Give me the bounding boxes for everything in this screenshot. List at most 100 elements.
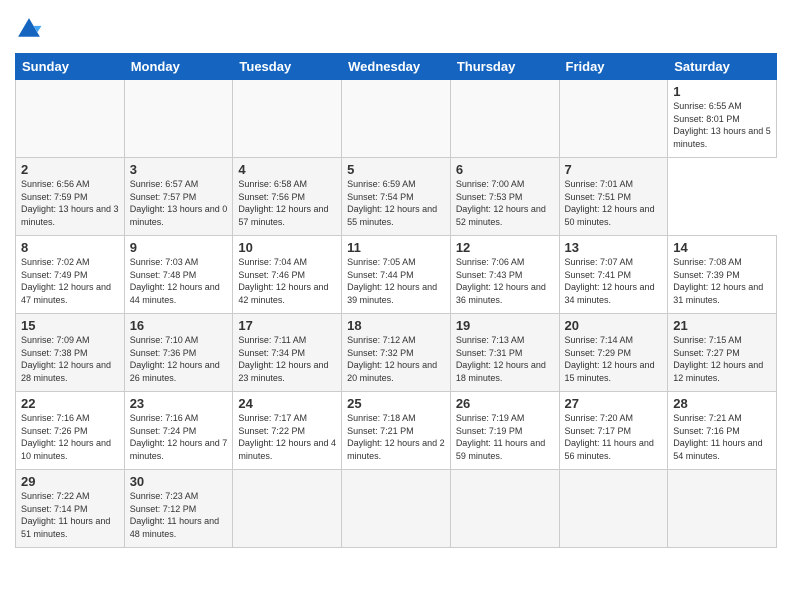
- calendar-cell: 18 Sunrise: 7:12 AM Sunset: 7:32 PM Dayl…: [342, 314, 451, 392]
- daylight: Daylight: 11 hours and 54 minutes.: [673, 438, 762, 461]
- calendar-cell: [233, 80, 342, 158]
- day-info: Sunrise: 7:07 AM Sunset: 7:41 PM Dayligh…: [565, 256, 663, 306]
- sunset: Sunset: 8:01 PM: [673, 114, 740, 124]
- calendar-cell: [124, 80, 233, 158]
- day-info: Sunrise: 7:04 AM Sunset: 7:46 PM Dayligh…: [238, 256, 336, 306]
- day-number: 9: [130, 240, 228, 255]
- sunrise: Sunrise: 6:56 AM: [21, 179, 90, 189]
- page-header: [15, 15, 777, 43]
- calendar-cell: 11 Sunrise: 7:05 AM Sunset: 7:44 PM Dayl…: [342, 236, 451, 314]
- sunset: Sunset: 7:59 PM: [21, 192, 88, 202]
- col-header-sunday: Sunday: [16, 54, 125, 80]
- sunrise: Sunrise: 6:58 AM: [238, 179, 307, 189]
- sunset: Sunset: 7:32 PM: [347, 348, 414, 358]
- calendar-cell: 21 Sunrise: 7:15 AM Sunset: 7:27 PM Dayl…: [668, 314, 777, 392]
- calendar-cell: [233, 470, 342, 548]
- day-number: 5: [347, 162, 445, 177]
- calendar-cell: 12 Sunrise: 7:06 AM Sunset: 7:43 PM Dayl…: [450, 236, 559, 314]
- day-info: Sunrise: 6:56 AM Sunset: 7:59 PM Dayligh…: [21, 178, 119, 228]
- daylight: Daylight: 12 hours and 57 minutes.: [238, 204, 328, 227]
- sunset: Sunset: 7:41 PM: [565, 270, 632, 280]
- daylight: Daylight: 12 hours and 12 minutes.: [673, 360, 763, 383]
- daylight: Daylight: 12 hours and 52 minutes.: [456, 204, 546, 227]
- calendar-cell: 17 Sunrise: 7:11 AM Sunset: 7:34 PM Dayl…: [233, 314, 342, 392]
- calendar-cell: 1 Sunrise: 6:55 AM Sunset: 8:01 PM Dayli…: [668, 80, 777, 158]
- day-info: Sunrise: 6:55 AM Sunset: 8:01 PM Dayligh…: [673, 100, 771, 150]
- calendar-cell: 30 Sunrise: 7:23 AM Sunset: 7:12 PM Dayl…: [124, 470, 233, 548]
- daylight: Daylight: 13 hours and 3 minutes.: [21, 204, 119, 227]
- sunset: Sunset: 7:57 PM: [130, 192, 197, 202]
- sunrise: Sunrise: 7:21 AM: [673, 413, 742, 423]
- day-number: 28: [673, 396, 771, 411]
- sunrise: Sunrise: 7:19 AM: [456, 413, 525, 423]
- page-container: SundayMondayTuesdayWednesdayThursdayFrid…: [0, 0, 792, 558]
- daylight: Daylight: 12 hours and 7 minutes.: [130, 438, 228, 461]
- sunrise: Sunrise: 7:07 AM: [565, 257, 634, 267]
- calendar-cell: [559, 80, 668, 158]
- calendar-cell: 20 Sunrise: 7:14 AM Sunset: 7:29 PM Dayl…: [559, 314, 668, 392]
- daylight: Daylight: 12 hours and 18 minutes.: [456, 360, 546, 383]
- sunrise: Sunrise: 7:16 AM: [130, 413, 199, 423]
- day-number: 21: [673, 318, 771, 333]
- day-number: 16: [130, 318, 228, 333]
- calendar-cell: 29 Sunrise: 7:22 AM Sunset: 7:14 PM Dayl…: [16, 470, 125, 548]
- daylight: Daylight: 12 hours and 44 minutes.: [130, 282, 220, 305]
- sunrise: Sunrise: 7:08 AM: [673, 257, 742, 267]
- daylight: Daylight: 12 hours and 23 minutes.: [238, 360, 328, 383]
- calendar-cell: 22 Sunrise: 7:16 AM Sunset: 7:26 PM Dayl…: [16, 392, 125, 470]
- sunset: Sunset: 7:44 PM: [347, 270, 414, 280]
- sunrise: Sunrise: 7:15 AM: [673, 335, 742, 345]
- calendar-cell: 24 Sunrise: 7:17 AM Sunset: 7:22 PM Dayl…: [233, 392, 342, 470]
- daylight: Daylight: 12 hours and 39 minutes.: [347, 282, 437, 305]
- daylight: Daylight: 12 hours and 10 minutes.: [21, 438, 111, 461]
- calendar-cell: 6 Sunrise: 7:00 AM Sunset: 7:53 PM Dayli…: [450, 158, 559, 236]
- calendar-cell: 2 Sunrise: 6:56 AM Sunset: 7:59 PM Dayli…: [16, 158, 125, 236]
- day-info: Sunrise: 7:08 AM Sunset: 7:39 PM Dayligh…: [673, 256, 771, 306]
- sunset: Sunset: 7:46 PM: [238, 270, 305, 280]
- sunrise: Sunrise: 7:02 AM: [21, 257, 90, 267]
- day-number: 3: [130, 162, 228, 177]
- day-info: Sunrise: 7:20 AM Sunset: 7:17 PM Dayligh…: [565, 412, 663, 462]
- day-info: Sunrise: 7:21 AM Sunset: 7:16 PM Dayligh…: [673, 412, 771, 462]
- day-info: Sunrise: 6:58 AM Sunset: 7:56 PM Dayligh…: [238, 178, 336, 228]
- calendar-cell: 27 Sunrise: 7:20 AM Sunset: 7:17 PM Dayl…: [559, 392, 668, 470]
- daylight: Daylight: 13 hours and 0 minutes.: [130, 204, 228, 227]
- calendar-cell: [559, 470, 668, 548]
- calendar-cell: 25 Sunrise: 7:18 AM Sunset: 7:21 PM Dayl…: [342, 392, 451, 470]
- sunset: Sunset: 7:38 PM: [21, 348, 88, 358]
- daylight: Daylight: 12 hours and 47 minutes.: [21, 282, 111, 305]
- calendar-cell: 9 Sunrise: 7:03 AM Sunset: 7:48 PM Dayli…: [124, 236, 233, 314]
- sunrise: Sunrise: 7:03 AM: [130, 257, 199, 267]
- sunrise: Sunrise: 7:10 AM: [130, 335, 199, 345]
- calendar-cell: [450, 80, 559, 158]
- daylight: Daylight: 12 hours and 34 minutes.: [565, 282, 655, 305]
- calendar-cell: 19 Sunrise: 7:13 AM Sunset: 7:31 PM Dayl…: [450, 314, 559, 392]
- col-header-friday: Friday: [559, 54, 668, 80]
- day-number: 7: [565, 162, 663, 177]
- day-number: 23: [130, 396, 228, 411]
- sunset: Sunset: 7:49 PM: [21, 270, 88, 280]
- day-number: 13: [565, 240, 663, 255]
- daylight: Daylight: 12 hours and 20 minutes.: [347, 360, 437, 383]
- calendar-cell: 26 Sunrise: 7:19 AM Sunset: 7:19 PM Dayl…: [450, 392, 559, 470]
- day-info: Sunrise: 7:12 AM Sunset: 7:32 PM Dayligh…: [347, 334, 445, 384]
- day-info: Sunrise: 7:01 AM Sunset: 7:51 PM Dayligh…: [565, 178, 663, 228]
- day-info: Sunrise: 7:13 AM Sunset: 7:31 PM Dayligh…: [456, 334, 554, 384]
- day-number: 15: [21, 318, 119, 333]
- sunrise: Sunrise: 7:05 AM: [347, 257, 416, 267]
- day-number: 17: [238, 318, 336, 333]
- day-info: Sunrise: 7:18 AM Sunset: 7:21 PM Dayligh…: [347, 412, 445, 462]
- sunset: Sunset: 7:22 PM: [238, 426, 305, 436]
- sunset: Sunset: 7:19 PM: [456, 426, 523, 436]
- calendar-cell: 15 Sunrise: 7:09 AM Sunset: 7:38 PM Dayl…: [16, 314, 125, 392]
- sunrise: Sunrise: 7:14 AM: [565, 335, 634, 345]
- sunrise: Sunrise: 7:22 AM: [21, 491, 90, 501]
- sunset: Sunset: 7:24 PM: [130, 426, 197, 436]
- sunset: Sunset: 7:12 PM: [130, 504, 197, 514]
- calendar-week-row: 8 Sunrise: 7:02 AM Sunset: 7:49 PM Dayli…: [16, 236, 777, 314]
- day-info: Sunrise: 7:11 AM Sunset: 7:34 PM Dayligh…: [238, 334, 336, 384]
- day-info: Sunrise: 7:03 AM Sunset: 7:48 PM Dayligh…: [130, 256, 228, 306]
- sunset: Sunset: 7:16 PM: [673, 426, 740, 436]
- day-number: 22: [21, 396, 119, 411]
- daylight: Daylight: 12 hours and 42 minutes.: [238, 282, 328, 305]
